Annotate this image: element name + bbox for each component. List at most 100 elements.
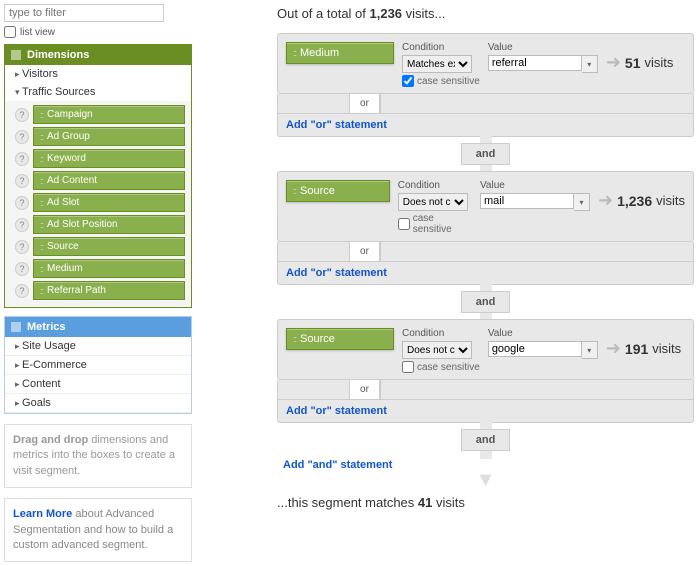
dim-ad-group[interactable]: ::Ad Group (33, 127, 185, 146)
help-icon[interactable]: ? (15, 240, 29, 254)
grip-icon: :: (40, 110, 43, 120)
value-dropdown-icon[interactable]: ▾ (582, 55, 598, 73)
result-number: 51 (625, 55, 641, 71)
total-count: 1,236 (370, 6, 403, 21)
metrics-icon (11, 322, 21, 332)
filter-input[interactable] (4, 4, 164, 22)
dimensions-title: Dimensions (27, 49, 89, 61)
help-icon[interactable]: ? (15, 284, 29, 298)
help-icon[interactable]: ? (15, 130, 29, 144)
value-input[interactable] (488, 55, 582, 71)
dim-label: Keyword (47, 153, 86, 164)
and-separator: and (277, 423, 694, 457)
tree-visitors[interactable]: Visitors (5, 65, 191, 83)
result-visits-label: visits (652, 341, 681, 356)
value-dropdown-icon[interactable]: ▾ (582, 341, 598, 359)
add-or-link[interactable]: Add "or" statement (286, 405, 387, 417)
arrow-icon: ➜ (606, 52, 621, 73)
dim-label: Ad Group (47, 131, 90, 142)
rule-block: :: Source Condition Does not contain cas… (277, 319, 694, 380)
add-or-link[interactable]: Add "or" statement (286, 119, 387, 131)
rule-dimension[interactable]: :: Source (286, 180, 390, 202)
traffic-sources-list: ?::Campaign ?::Ad Group ?::Keyword ?::Ad… (5, 101, 191, 307)
case-sensitive-checkbox[interactable] (402, 75, 414, 87)
value-label: Value (480, 180, 590, 191)
condition-select[interactable]: Does not contain (398, 193, 468, 211)
total-suffix: visits... (402, 6, 445, 21)
dimensions-icon (11, 50, 21, 60)
rule-dimension[interactable]: :: Medium (286, 42, 394, 64)
add-or-link[interactable]: Add "or" statement (286, 267, 387, 279)
grip-icon: :: (293, 186, 296, 196)
case-sensitive-label: case sensitive (417, 76, 480, 87)
metric-content[interactable]: Content (5, 375, 191, 394)
result-suffix: visits (432, 495, 465, 510)
dim-ad-slot[interactable]: ::Ad Slot (33, 193, 185, 212)
condition-label: Condition (402, 42, 480, 53)
listview-checkbox[interactable] (4, 26, 16, 38)
metric-ecommerce[interactable]: E-Commerce (5, 356, 191, 375)
help-icon[interactable]: ? (15, 262, 29, 276)
total-prefix: Out of a total of (277, 6, 370, 21)
case-sensitive-checkbox[interactable] (398, 218, 410, 230)
rule-result: ➜ 51 visits (606, 52, 674, 73)
value-dropdown-icon[interactable]: ▾ (574, 193, 590, 211)
dim-label: Ad Slot Position (47, 219, 118, 230)
dim-medium[interactable]: ::Medium (33, 259, 185, 278)
value-input[interactable] (488, 341, 582, 357)
grip-icon: :: (293, 48, 296, 58)
rule-dim-label: Source (300, 333, 335, 345)
condition-select[interactable]: Does not contain (402, 341, 472, 359)
dim-campaign[interactable]: ::Campaign (33, 105, 185, 124)
metric-goals[interactable]: Goals (5, 394, 191, 413)
grip-icon: :: (40, 132, 43, 142)
dim-label: Ad Content (47, 175, 97, 186)
result-visits-label: visits (656, 193, 685, 208)
add-or-row: Add "or" statement (277, 114, 694, 137)
learn-more-link[interactable]: Learn More (13, 508, 72, 520)
dim-label: Campaign (47, 109, 93, 120)
grip-icon: :: (40, 264, 43, 274)
or-rest (380, 94, 693, 113)
add-or-row: Add "or" statement (277, 262, 694, 285)
condition-select[interactable]: Matches exactly (402, 55, 472, 73)
grip-icon: :: (40, 220, 43, 230)
help-icon[interactable]: ? (15, 196, 29, 210)
metrics-title: Metrics (27, 321, 66, 333)
condition-label: Condition (402, 328, 480, 339)
dim-ad-slot-position[interactable]: ::Ad Slot Position (33, 215, 185, 234)
value-input[interactable] (480, 193, 574, 209)
grip-icon: :: (40, 176, 43, 186)
dim-source[interactable]: ::Source (33, 237, 185, 256)
result-prefix: ...this segment matches (277, 495, 418, 510)
add-and-link[interactable]: Add "and" statement (283, 459, 392, 471)
help-icon[interactable]: ? (15, 108, 29, 122)
and-label: and (461, 429, 511, 451)
dim-keyword[interactable]: ::Keyword (33, 149, 185, 168)
rule-dimension[interactable]: :: Source (286, 328, 394, 350)
rule-dim-label: Medium (300, 47, 339, 59)
and-separator: and (277, 137, 694, 171)
learn-more-box: Learn More about Advanced Segmentation a… (4, 498, 192, 562)
grip-icon: :: (40, 242, 43, 252)
condition-label: Condition (398, 180, 472, 191)
or-spacer (278, 242, 350, 261)
rule-block: :: Medium Condition Matches exactly case… (277, 33, 694, 94)
help-icon[interactable]: ? (15, 174, 29, 188)
dim-referral-path[interactable]: ::Referral Path (33, 281, 185, 300)
rule-result: ➜ 191 visits (606, 338, 681, 359)
case-sensitive-checkbox[interactable] (402, 361, 414, 373)
metrics-header: Metrics (5, 317, 191, 337)
tree-traffic-sources[interactable]: Traffic Sources (5, 83, 191, 101)
dim-ad-content[interactable]: ::Ad Content (33, 171, 185, 190)
arrow-icon: ➜ (598, 190, 613, 211)
help-icon[interactable]: ? (15, 152, 29, 166)
metric-site-usage[interactable]: Site Usage (5, 337, 191, 356)
listview-label: list view (20, 27, 55, 38)
down-arrow-icon: ▼ (277, 475, 694, 485)
or-strip: or (277, 94, 694, 114)
case-sensitive-label: case sensitive (417, 362, 480, 373)
rule-dim-label: Source (300, 185, 335, 197)
help-icon[interactable]: ? (15, 218, 29, 232)
result-line: ...this segment matches 41 visits (277, 495, 694, 510)
